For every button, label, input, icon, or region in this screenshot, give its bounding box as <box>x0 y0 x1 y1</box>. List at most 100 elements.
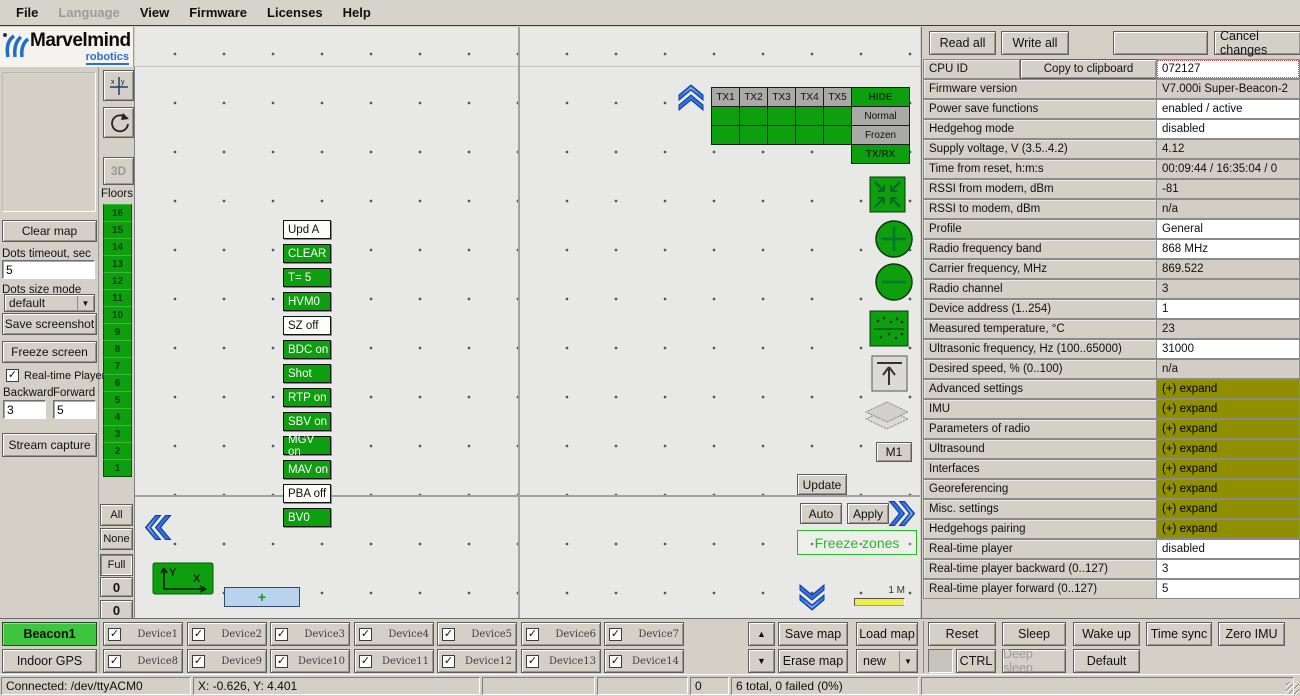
zoom-out-button[interactable] <box>874 262 914 302</box>
ctrl-button[interactable]: CTRL <box>956 649 996 673</box>
tx-cell-tx2-frozen[interactable] <box>739 125 768 145</box>
menu-view[interactable]: View <box>130 2 179 23</box>
param-value[interactable]: 868 MHz <box>1156 239 1300 259</box>
floor-button-15[interactable]: 15 <box>103 221 132 239</box>
deep-sleep-button[interactable]: Deep sleep <box>1002 649 1066 673</box>
param-value[interactable]: n/a <box>1156 199 1300 219</box>
menu-firmware[interactable]: Firmware <box>179 2 257 23</box>
param-value[interactable]: 3 <box>1156 279 1300 299</box>
pan-left-icon[interactable] <box>145 514 171 541</box>
param-value[interactable]: (+) expand <box>1156 459 1300 479</box>
floor-button-7[interactable]: 7 <box>103 357 132 375</box>
checkbox-checked-icon[interactable]: ✓ <box>609 628 622 641</box>
axes-view-button[interactable]: x y <box>103 70 134 101</box>
param-value[interactable]: (+) expand <box>1156 399 1300 419</box>
layers-button[interactable] <box>864 400 910 434</box>
save-map-button[interactable]: Save map <box>778 622 848 646</box>
tx-col-tx3[interactable]: TX3 <box>767 87 796 107</box>
device-toggle-device6[interactable]: ✓Device6 <box>521 622 601 646</box>
reset-button[interactable]: Reset <box>928 622 996 646</box>
floors-none-button[interactable]: None <box>100 528 133 550</box>
param-value[interactable]: 1 <box>1156 299 1300 319</box>
device-toggle-device12[interactable]: ✓Device12 <box>437 649 517 673</box>
floor-button-10[interactable]: 10 <box>103 306 132 324</box>
zoom-in-button[interactable] <box>874 219 914 259</box>
param-value[interactable]: enabled / active <box>1156 99 1300 119</box>
freeze-zones-button[interactable]: Freeze zones <box>797 530 917 555</box>
device-toggle-device14[interactable]: ✓Device14 <box>604 649 684 673</box>
tool-pba-off[interactable]: PBA off <box>283 484 331 503</box>
floor-button-6[interactable]: 6 <box>103 374 132 392</box>
tx-row-frozen[interactable]: Frozen <box>851 125 910 145</box>
checkbox-checked-icon[interactable]: ✓ <box>275 628 288 641</box>
floor-button-1[interactable]: 1 <box>103 459 132 477</box>
menu-licenses[interactable]: Licenses <box>257 2 333 23</box>
map-file-select[interactable]: new ▼ <box>856 649 918 673</box>
param-value[interactable]: n/a <box>1156 359 1300 379</box>
backward-input[interactable] <box>3 400 46 419</box>
realtime-player-toggle[interactable]: ✓ Real-time Player <box>6 369 105 382</box>
dots-size-mode-select[interactable]: default ▼ <box>4 294 95 312</box>
param-value[interactable]: 869.522 <box>1156 259 1300 279</box>
tool-mgv-on[interactable]: MGV on <box>283 436 331 455</box>
tx-cell-tx2-normal[interactable] <box>739 106 768 126</box>
checkbox-checked-icon[interactable]: ✓ <box>609 655 622 668</box>
menu-help[interactable]: Help <box>333 2 381 23</box>
device-toggle-device13[interactable]: ✓Device13 <box>521 649 601 673</box>
checkbox-checked-icon[interactable]: ✓ <box>359 628 372 641</box>
apply-button[interactable]: Apply <box>847 503 889 524</box>
device-toggle-device8[interactable]: ✓Device8 <box>103 649 183 673</box>
sleep-button[interactable]: Sleep <box>1002 622 1066 646</box>
save-screenshot-button[interactable]: Save screenshot <box>2 313 97 335</box>
param-value[interactable]: 072127 <box>1156 59 1300 79</box>
tool-upd-a[interactable]: Upd A <box>283 220 331 239</box>
default-button[interactable]: Default <box>1073 649 1140 673</box>
tool-mav-on[interactable]: MAV on <box>283 460 331 479</box>
floor-button-11[interactable]: 11 <box>103 289 132 307</box>
tx-cell-tx4-frozen[interactable] <box>795 125 824 145</box>
floor-button-16[interactable]: 16 <box>103 204 132 222</box>
param-value[interactable]: 00:09:44 / 16:35:04 / 0 <box>1156 159 1300 179</box>
param-value[interactable]: (+) expand <box>1156 479 1300 499</box>
param-value[interactable]: 4.12 <box>1156 139 1300 159</box>
param-value[interactable]: (+) expand <box>1156 379 1300 399</box>
send-to-top-button[interactable] <box>871 355 908 392</box>
param-value[interactable]: General <box>1156 219 1300 239</box>
device-toggle-device1[interactable]: ✓Device1 <box>103 622 183 646</box>
checkbox-checked-icon[interactable]: ✓ <box>275 655 288 668</box>
param-value[interactable]: 3 <box>1156 559 1300 579</box>
param-value[interactable]: disabled <box>1156 119 1300 139</box>
tx-cell-tx5-frozen[interactable] <box>823 125 852 145</box>
blank-button[interactable] <box>1113 31 1208 55</box>
checkbox-checked-icon[interactable]: ✓ <box>442 628 455 641</box>
tool-bv0[interactable]: BV0 <box>283 508 331 527</box>
time-sync-button[interactable]: Time sync <box>1146 622 1212 646</box>
tx-col-tx5[interactable]: TX5 <box>823 87 852 107</box>
realtime-player-checkbox[interactable]: ✓ <box>6 369 19 382</box>
fit-to-screen-button[interactable] <box>869 176 906 213</box>
forward-input[interactable] <box>53 400 96 419</box>
dots-timeout-input[interactable] <box>2 260 95 279</box>
floor-button-9[interactable]: 9 <box>103 323 132 341</box>
zero-imu-button[interactable]: Zero IMU <box>1218 622 1285 646</box>
tool-clear[interactable]: CLEAR <box>283 244 331 263</box>
pan-right-icon[interactable] <box>889 500 915 527</box>
m1-button[interactable]: M1 <box>876 442 912 462</box>
device-toggle-device9[interactable]: ✓Device9 <box>187 649 267 673</box>
checkbox-checked-icon[interactable]: ✓ <box>359 655 372 668</box>
axis-origin-icon[interactable]: Y X <box>152 562 214 595</box>
tool-sz-off[interactable]: SZ off <box>283 316 331 335</box>
floor-button-3[interactable]: 3 <box>103 425 132 443</box>
tx-col-tx1[interactable]: TX1 <box>711 87 740 107</box>
floor-button-4[interactable]: 4 <box>103 408 132 426</box>
tool-shot[interactable]: Shot <box>283 364 331 383</box>
tx-row-normal[interactable]: Normal <box>851 106 910 126</box>
tx-cell-tx1-frozen[interactable] <box>711 125 740 145</box>
checkbox-checked-icon[interactable]: ✓ <box>526 655 539 668</box>
param-value[interactable]: 23 <box>1156 319 1300 339</box>
tx-cell-tx1-normal[interactable] <box>711 106 740 126</box>
tx-cell-tx4-normal[interactable] <box>795 106 824 126</box>
checkbox-checked-icon[interactable]: ✓ <box>442 655 455 668</box>
tx-cell-tx3-normal[interactable] <box>767 106 796 126</box>
indoor-gps-tab[interactable]: Indoor GPS <box>2 649 97 673</box>
